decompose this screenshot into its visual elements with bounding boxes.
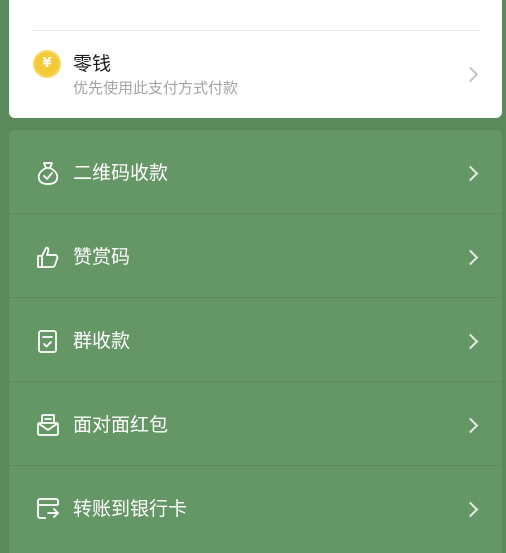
- money-bag-icon: [37, 162, 59, 185]
- wallet-title: 零钱: [73, 53, 112, 75]
- menu-item-group-receive[interactable]: 群收款: [9, 298, 502, 382]
- coin-icon: ¥: [33, 50, 61, 78]
- menu-item-face-to-face-red-packet[interactable]: 面对面红包: [9, 382, 502, 466]
- menu-item-label: 群收款: [73, 330, 131, 352]
- menu-item-label: 二维码收款: [73, 162, 169, 184]
- menu-item-appreciation-code[interactable]: 赞赏码: [9, 214, 502, 298]
- chevron-right-icon: [462, 249, 479, 266]
- menu-item-transfer-to-bank-card[interactable]: 转账到银行卡: [9, 466, 502, 550]
- payment-method-card: ¥ 零钱 优先使用此支付方式付款: [9, 0, 502, 118]
- chevron-right-icon: [462, 333, 479, 350]
- menu-item-label: 转账到银行卡: [73, 498, 188, 520]
- bank-card-transfer-icon: [37, 498, 59, 519]
- menu-item-label: 赞赏码: [73, 246, 131, 268]
- wallet-balance-row[interactable]: ¥ 零钱 优先使用此支付方式付款: [9, 31, 502, 118]
- chevron-right-icon: [462, 501, 479, 518]
- menu-item-label: 面对面红包: [73, 414, 169, 436]
- payment-menu: 二维码收款 赞赏码 群收款 面对面红包 转账到银行卡: [9, 130, 502, 553]
- chevron-right-icon: [462, 66, 479, 83]
- chevron-right-icon: [462, 417, 479, 434]
- chevron-right-icon: [462, 165, 479, 182]
- wallet-subtitle: 优先使用此支付方式付款: [73, 79, 239, 97]
- red-packet-icon: [37, 414, 59, 436]
- menu-item-qr-receive[interactable]: 二维码收款: [9, 130, 502, 214]
- thumbs-up-icon: [37, 246, 59, 268]
- group-receipt-icon: [38, 330, 57, 353]
